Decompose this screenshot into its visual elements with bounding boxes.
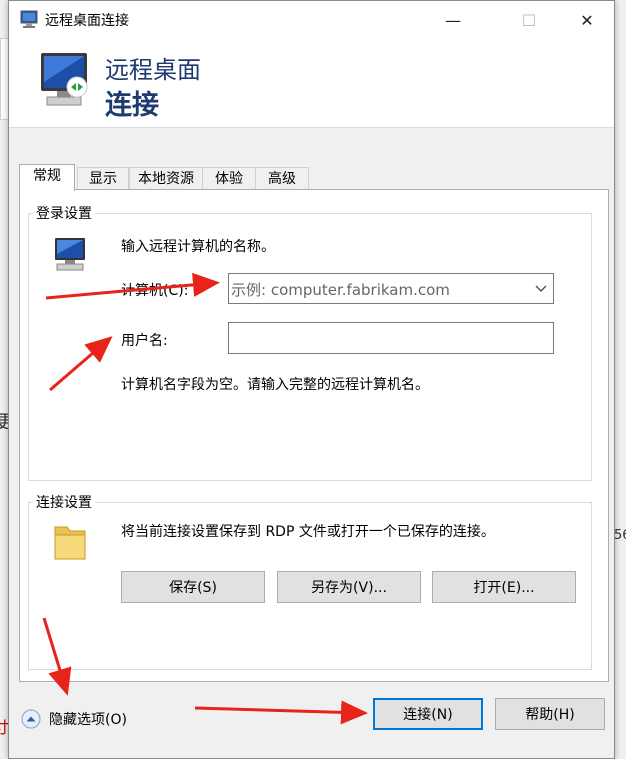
connection-settings-group: 连接设置 将当前连接设置保存到 RDP 文件或打开一个已保存的连接。 保存(S)… [28, 492, 592, 670]
connection-settings-title: 连接设置 [33, 492, 95, 512]
computer-icon [55, 238, 85, 271]
connection-description: 将当前连接设置保存到 RDP 文件或打开一个已保存的连接。 [121, 524, 495, 540]
chevron-up-circle-icon[interactable] [21, 709, 41, 729]
window-title: 远程桌面连接 [45, 13, 129, 29]
validation-message: 计算机名字段为空。请输入完整的远程计算机名。 [121, 377, 429, 393]
save-as-button[interactable]: 另存为(V)... [277, 571, 421, 603]
username-label: 用户名: [121, 333, 168, 349]
banner: 远程桌面 连接 [9, 39, 614, 128]
tab-display[interactable]: 显示 [77, 167, 129, 190]
connect-button[interactable]: 连接(N) [373, 698, 483, 730]
hide-options-label: 隐藏选项(O) [49, 712, 127, 728]
minimize-button[interactable]: — [430, 1, 476, 39]
connect-button-label: 连接(N) [403, 707, 453, 723]
remote-desktop-logo-icon [41, 53, 88, 106]
tab-local-resources[interactable]: 本地资源 [129, 167, 203, 190]
tab-experience[interactable]: 体验 [202, 167, 256, 190]
computer-label: 计算机(C): [121, 283, 189, 299]
tab-advanced[interactable]: 高级 [255, 167, 309, 190]
remote-desktop-window: 远程桌面连接 — ☐ ✕ 远程桌面 连接 常规 显示 本地资源 体验 高级 登录… [8, 0, 615, 759]
open-button[interactable]: 打开(E)... [432, 571, 576, 603]
save-button[interactable]: 保存(S) [121, 571, 265, 603]
save-button-label: 保存(S) [169, 580, 217, 596]
title-bar: 远程桌面连接 — ☐ ✕ [9, 1, 614, 39]
banner-title-line2: 连接 [105, 90, 159, 121]
open-button-label: 打开(E)... [473, 580, 535, 596]
login-instruction: 输入远程计算机的名称。 [121, 239, 275, 255]
hide-options-toggle[interactable]: 隐藏选项(O) [21, 709, 127, 729]
close-button[interactable]: ✕ [564, 1, 610, 39]
username-input[interactable] [228, 322, 554, 354]
tab-panel-general: 登录设置 输入远程计算机的名称。 计算机(C): 示例: computer.fa… [19, 189, 609, 682]
background-text: 56 [614, 528, 626, 543]
maximize-button[interactable]: ☐ [506, 1, 552, 39]
tab-general[interactable]: 常规 [19, 164, 75, 191]
login-settings-title: 登录设置 [33, 203, 95, 223]
chevron-down-icon[interactable] [535, 278, 547, 302]
save-as-button-label: 另存为(V)... [311, 580, 387, 596]
login-settings-group: 登录设置 输入远程计算机的名称。 计算机(C): 示例: computer.fa… [28, 203, 592, 481]
folder-icon [54, 526, 86, 560]
help-button-label: 帮助(H) [525, 707, 575, 723]
remote-desktop-icon [20, 10, 38, 28]
computer-combobox[interactable]: 示例: computer.fabrikam.com [228, 273, 554, 304]
help-button[interactable]: 帮助(H) [495, 698, 605, 730]
banner-title-line1: 远程桌面 [105, 56, 201, 84]
computer-placeholder: 示例: computer.fabrikam.com [231, 281, 450, 299]
